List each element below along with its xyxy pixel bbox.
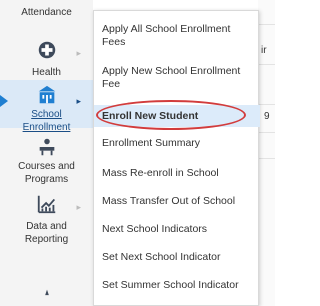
sidebar-item-attendance[interactable]: Attendance	[0, 0, 93, 32]
sidebar-item-label: Courses and Programs	[18, 161, 75, 185]
chevron-right-icon: ▸	[76, 48, 81, 58]
chart-icon	[32, 192, 62, 216]
sidebar-item-data-and-reporting[interactable]: ▸ Data and Reporting	[0, 184, 93, 250]
sidebar-item-courses-and-programs[interactable]: Courses and Programs	[0, 132, 93, 185]
background-text: ir	[261, 45, 267, 56]
menu-item-enroll-new-student[interactable]: Enroll New Student	[94, 105, 260, 127]
background-row-divider	[258, 104, 275, 105]
menu-item-set-next-school-indicator[interactable]: Set Next School Indicator	[94, 247, 260, 267]
menu-item-set-summer-school-indicator[interactable]: Set Summer School Indicator	[94, 275, 260, 295]
background-row-divider	[258, 24, 275, 25]
active-indicator-arrow	[0, 95, 8, 107]
sidebar-item-health[interactable]: ▸ Health	[0, 32, 93, 80]
chevron-right-icon: ▸	[76, 202, 81, 212]
menu-item-enrollment-summary[interactable]: Enrollment Summary	[94, 133, 260, 153]
chevron-right-icon: ▸	[76, 96, 81, 106]
background-row-divider	[258, 158, 275, 159]
sidebar-item-label: Data and Reporting	[24, 221, 69, 245]
menu-item-next-school-indicators[interactable]: Next School Indicators	[94, 219, 260, 239]
sidebar-item-label: School Enrollment	[22, 109, 71, 133]
background-row-divider	[258, 64, 275, 65]
left-sidebar: Attendance ▸ Health ▸ School Enrollment …	[0, 0, 93, 306]
sidebar-item-label: Health	[32, 67, 61, 78]
menu-item-apply-new-school-enrollment-fee[interactable]: Apply New School Enrollment Fee	[94, 61, 260, 95]
background-row-divider	[258, 132, 275, 133]
sidebar-item-label: Attendance	[21, 7, 72, 18]
health-icon	[32, 38, 62, 62]
sidebar-item-school-enrollment[interactable]: ▸ School Enrollment	[0, 80, 93, 133]
teacher-desk-icon	[32, 136, 62, 158]
school-enrollment-submenu: Apply All School Enrollment Fees Apply N…	[93, 10, 260, 306]
menu-item-mass-re-enroll-in-school[interactable]: Mass Re-enroll in School	[94, 163, 260, 183]
school-building-icon	[32, 84, 62, 106]
menu-item-mass-transfer-out-of-school[interactable]: Mass Transfer Out of School	[94, 191, 260, 211]
background-text: 9	[264, 111, 270, 122]
menu-item-apply-all-school-enrollment-fees[interactable]: Apply All School Enrollment Fees	[94, 19, 260, 53]
partial-icon	[32, 286, 62, 306]
sidebar-item-partial[interactable]	[0, 280, 93, 306]
